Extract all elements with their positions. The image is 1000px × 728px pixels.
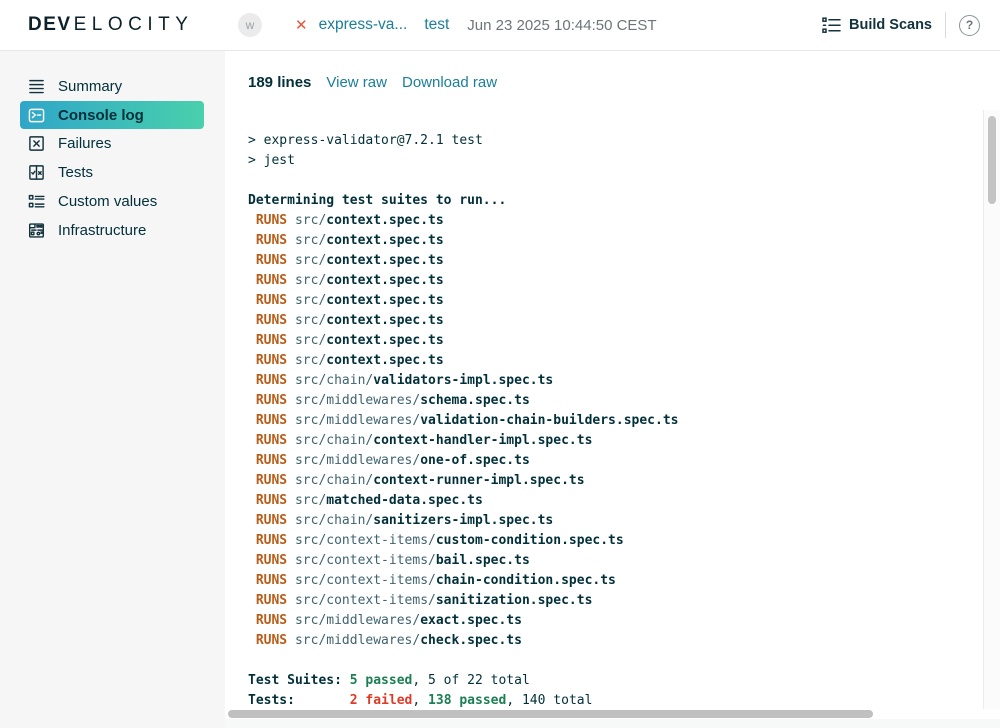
- sidebar-item-label: Infrastructure: [58, 222, 146, 239]
- main-panel: 189 lines View raw Download raw > expres…: [225, 51, 1000, 728]
- console-line: [248, 651, 983, 671]
- sidebar-item-tests[interactable]: Tests: [0, 158, 225, 187]
- console-line: RUNS src/middlewares/one-of.spec.ts: [248, 451, 983, 471]
- build-timestamp: Jun 23 2025 10:44:50 CEST: [467, 17, 656, 34]
- console-line: RUNS src/context.spec.ts: [248, 231, 983, 251]
- terminal-icon: [28, 107, 45, 124]
- console-output: > express-validator@7.2.1 test> jest Det…: [225, 110, 983, 709]
- logo-light-text: ELOCITY: [74, 14, 194, 36]
- console-line: > jest: [248, 151, 983, 171]
- breadcrumb-task[interactable]: test: [424, 16, 449, 34]
- bottom-strip: [225, 719, 1000, 728]
- sidebar-item-label: Console log: [58, 107, 144, 124]
- console-line: [248, 171, 983, 191]
- vertical-scrollbar[interactable]: [983, 110, 1000, 709]
- console-line: RUNS src/middlewares/exact.spec.ts: [248, 611, 983, 631]
- sidebar-item-failures[interactable]: Failures: [0, 129, 225, 158]
- custom-values-icon: [28, 193, 45, 210]
- console-line: RUNS src/middlewares/validation-chain-bu…: [248, 411, 983, 431]
- tests-icon: [28, 164, 45, 181]
- close-icon[interactable]: ✕: [295, 16, 308, 34]
- console-line: RUNS src/chain/context-runner-impl.spec.…: [248, 471, 983, 491]
- console-line: > express-validator@7.2.1 test: [248, 131, 983, 151]
- console-line: Tests: 2 failed, 138 passed, 140 total: [248, 691, 983, 709]
- console-line: RUNS src/middlewares/check.spec.ts: [248, 631, 983, 651]
- console-line: RUNS src/matched-data.spec.ts: [248, 491, 983, 511]
- header-divider: [945, 12, 946, 38]
- console-line: RUNS src/context.spec.ts: [248, 351, 983, 371]
- build-scans-list-icon: [822, 16, 841, 35]
- console-line: RUNS src/context.spec.ts: [248, 291, 983, 311]
- console-line: RUNS src/context.spec.ts: [248, 251, 983, 271]
- top-header: DEVELOCITY w ✕ express-va... test Jun 23…: [0, 0, 1000, 51]
- console-line: RUNS src/context-items/chain-condition.s…: [248, 571, 983, 591]
- console-line: RUNS src/chain/sanitizers-impl.spec.ts: [248, 511, 983, 531]
- sidebar-item-label: Tests: [58, 164, 93, 181]
- console-line: RUNS src/context-items/custom-condition.…: [248, 531, 983, 551]
- develocity-logo[interactable]: DEVELOCITY: [28, 0, 193, 50]
- breadcrumb: w ✕ express-va... test Jun 23 2025 10:44…: [238, 0, 657, 50]
- sidebar-item-summary[interactable]: Summary: [0, 72, 225, 101]
- infrastructure-icon: [28, 222, 45, 239]
- summary-icon: [28, 78, 45, 95]
- breadcrumb-project[interactable]: express-va...: [319, 16, 408, 34]
- avatar[interactable]: w: [238, 13, 262, 37]
- console-line: RUNS src/middlewares/schema.spec.ts: [248, 391, 983, 411]
- horizontal-scrollbar[interactable]: [225, 709, 983, 719]
- console-log-panel: > express-validator@7.2.1 test> jest Det…: [225, 110, 1000, 728]
- console-line: RUNS src/context.spec.ts: [248, 331, 983, 351]
- sidebar-item-label: Summary: [58, 78, 122, 95]
- sidebar: Summary Console log Failures Tests: [0, 51, 225, 728]
- console-line: RUNS src/context.spec.ts: [248, 311, 983, 331]
- console-line: RUNS src/context-items/sanitization.spec…: [248, 591, 983, 611]
- view-raw-link[interactable]: View raw: [326, 74, 387, 91]
- sidebar-item-custom-values[interactable]: Custom values: [0, 187, 225, 216]
- console-line: RUNS src/context.spec.ts: [248, 271, 983, 291]
- lines-count: 189 lines: [248, 74, 311, 91]
- console-line: RUNS src/chain/context-handler-impl.spec…: [248, 431, 983, 451]
- sidebar-item-console-log[interactable]: Console log: [20, 101, 204, 129]
- horizontal-scrollbar-thumb[interactable]: [228, 710, 873, 718]
- console-line: RUNS src/context.spec.ts: [248, 211, 983, 231]
- console-line: RUNS src/context-items/bail.spec.ts: [248, 551, 983, 571]
- download-raw-link[interactable]: Download raw: [402, 74, 497, 91]
- build-scans-label: Build Scans: [849, 17, 932, 33]
- console-line: RUNS src/chain/validators-impl.spec.ts: [248, 371, 983, 391]
- help-icon[interactable]: ?: [959, 15, 980, 36]
- sidebar-item-label: Failures: [58, 135, 111, 152]
- build-scans-button[interactable]: Build Scans: [822, 16, 932, 35]
- header-actions: Build Scans ?: [822, 0, 980, 50]
- sidebar-item-infrastructure[interactable]: Infrastructure: [0, 216, 225, 245]
- sidebar-item-label: Custom values: [58, 193, 157, 210]
- console-line: Determining test suites to run...: [248, 191, 983, 211]
- console-toolbar: 189 lines View raw Download raw: [248, 74, 497, 91]
- failures-icon: [28, 135, 45, 152]
- logo-bold-text: DEV: [28, 14, 72, 36]
- sidebar-nav: Summary Console log Failures Tests: [0, 51, 225, 245]
- console-line: Test Suites: 5 passed, 5 of 22 total: [248, 671, 983, 691]
- vertical-scrollbar-thumb[interactable]: [988, 116, 996, 204]
